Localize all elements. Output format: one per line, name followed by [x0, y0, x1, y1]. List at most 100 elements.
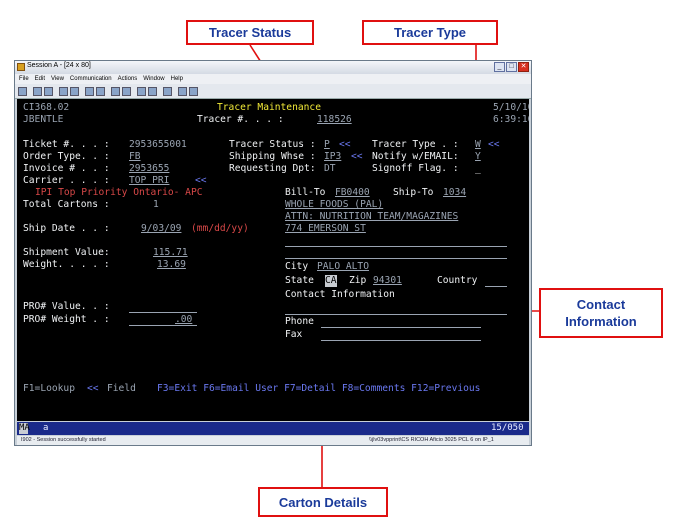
operator-info-area: MA a 15/050	[17, 422, 529, 435]
oia-indicator: a	[43, 423, 49, 433]
callout-contact-information: Contact Information	[539, 288, 663, 338]
address-line-3[interactable]: 774 EMERSON ST	[285, 223, 366, 235]
terminal-screen[interactable]: CI368.02 Tracer Maintenance 5/10/10 JBEN…	[17, 99, 529, 421]
order-type-field[interactable]: FB	[129, 151, 141, 163]
req-dpt-label: Requesting Dpt:	[229, 163, 316, 174]
pro-weight-label: PRO# Weight . :	[23, 314, 110, 325]
phone-field[interactable]	[321, 327, 481, 328]
tracer-type-label: Tracer Type . :	[372, 139, 459, 150]
toolbar	[15, 84, 531, 99]
city-field[interactable]: PALO ALTO	[317, 261, 369, 273]
ship-date-format: (mm/dd/yy)	[191, 223, 249, 234]
total-cartons-value: 1	[153, 199, 159, 210]
tracer-status-label: Tracer Status :	[229, 139, 316, 150]
tracer-type-field[interactable]: W	[475, 139, 481, 151]
keyboard-icon[interactable]	[96, 86, 105, 96]
fkey-field: Field	[107, 383, 136, 394]
tracer-status-prompt[interactable]: <<	[339, 139, 351, 151]
fax-field[interactable]	[321, 340, 481, 341]
signoff-field[interactable]: _	[475, 163, 481, 175]
menu-communication[interactable]: Communication	[70, 76, 112, 82]
address-line-4[interactable]	[285, 246, 507, 247]
ship-whse-field[interactable]: IP3	[324, 151, 341, 163]
menu-help[interactable]: Help	[171, 76, 183, 82]
req-dpt-value: DT	[324, 163, 336, 174]
phone-label: Phone	[285, 316, 314, 327]
ticket-value: 2953655001	[129, 139, 187, 150]
country-label: Country	[437, 275, 478, 286]
ship-to-field[interactable]: 1034	[443, 187, 466, 199]
menu-edit[interactable]: Edit	[35, 76, 45, 82]
ticket-label: Ticket #. . . :	[23, 139, 110, 150]
address-line-2[interactable]: ATTN: NUTRITION TEAM/MAGAZINES	[285, 211, 458, 223]
macro-play-icon[interactable]	[137, 86, 146, 96]
menu-actions[interactable]: Actions	[118, 76, 138, 82]
invoice-label: Invoice # . . :	[23, 163, 110, 174]
window-title: Session A - [24 x 80]	[27, 62, 91, 69]
menu-window[interactable]: Window	[143, 76, 164, 82]
bill-to-label: Bill-To	[285, 187, 326, 198]
menu-file[interactable]: File	[19, 76, 29, 82]
address-line-5[interactable]	[285, 258, 507, 259]
color-icon[interactable]	[111, 86, 120, 96]
total-cartons-label: Total Cartons :	[23, 199, 110, 210]
pro-weight-underline	[129, 325, 197, 326]
send-icon[interactable]	[59, 86, 68, 96]
status-bar: I902 - Session successfully started \\jl…	[17, 436, 529, 445]
session-icon	[17, 63, 25, 71]
carrier-field[interactable]: TOP PRI	[129, 175, 169, 187]
callout-tracer-type: Tracer Type	[362, 20, 498, 45]
carrier-prompt[interactable]: <<	[195, 175, 207, 187]
callout-tracer-status: Tracer Status	[186, 20, 314, 45]
screen-title: Tracer Maintenance	[217, 102, 321, 113]
address-line-1[interactable]: WHOLE FOODS (PAL)	[285, 199, 383, 211]
print-icon[interactable]	[18, 86, 27, 96]
city-label: City	[285, 261, 309, 272]
tracer-status-field[interactable]: P	[324, 139, 330, 151]
fkey-commands[interactable]: F3=Exit F6=Email User F7=Detail F8=Comme…	[157, 383, 480, 395]
invoice-field[interactable]: 2953655	[129, 163, 169, 175]
minimize-button[interactable]: _	[494, 62, 505, 72]
oia-mode: MA	[19, 423, 30, 434]
status-message: I902 - Session successfully started	[21, 437, 106, 443]
state-field[interactable]: CA	[325, 275, 337, 287]
country-field[interactable]	[485, 286, 507, 287]
help-icon[interactable]	[178, 86, 187, 96]
menu-view[interactable]: View	[51, 76, 64, 82]
weight-label: Weight. . . . :	[23, 259, 110, 270]
ship-date-field[interactable]: 9/03/09	[141, 223, 181, 235]
display-icon[interactable]	[85, 86, 94, 96]
contact-info-field[interactable]	[285, 314, 507, 315]
carrier-label: Carrier . . . :	[23, 175, 110, 186]
carrier-description: IPI Top Priority Ontario- APC	[35, 187, 203, 198]
macro-record-icon[interactable]	[122, 86, 131, 96]
notify-field[interactable]: Y	[475, 151, 481, 163]
ship-date-label: Ship Date . . :	[23, 223, 110, 234]
fax-label: Fax	[285, 329, 303, 340]
edit-icon[interactable]	[189, 86, 198, 96]
tracer-no-field[interactable]: 118526	[317, 114, 352, 126]
receive-icon[interactable]	[70, 86, 79, 96]
cursor-position: 15/050	[491, 423, 524, 433]
macro-stop-icon[interactable]	[148, 86, 157, 96]
ship-whse-prompt[interactable]: <<	[351, 151, 363, 163]
settings-icon[interactable]	[163, 86, 172, 96]
copy-icon[interactable]	[33, 86, 42, 96]
close-button[interactable]: ✕	[518, 62, 529, 72]
pro-value-field[interactable]	[129, 312, 197, 313]
fkey-lookup[interactable]: F1=Lookup	[23, 383, 75, 395]
program-id: CI368.02	[23, 102, 70, 113]
paste-icon[interactable]	[44, 86, 53, 96]
shipment-value-field[interactable]: 115.71	[153, 247, 188, 259]
tracer-type-prompt[interactable]: <<	[488, 139, 500, 151]
maximize-button[interactable]: □	[506, 62, 517, 72]
emulator-window: Session A - [24 x 80] _ □ ✕ File Edit Vi…	[14, 60, 532, 446]
signoff-label: Signoff Flag. :	[372, 163, 459, 174]
notify-label: Notify w/EMAIL:	[372, 151, 459, 162]
zip-field[interactable]: 94301	[373, 275, 402, 287]
user-id: JBENTLE	[23, 114, 64, 125]
printer-status: \\jlv03vpprint\CS RICOH Aficio 3025 PCL …	[369, 437, 494, 443]
weight-field[interactable]: 13.69	[157, 259, 186, 271]
bill-to-field[interactable]: FB0400	[335, 187, 370, 199]
state-label: State	[285, 275, 314, 286]
